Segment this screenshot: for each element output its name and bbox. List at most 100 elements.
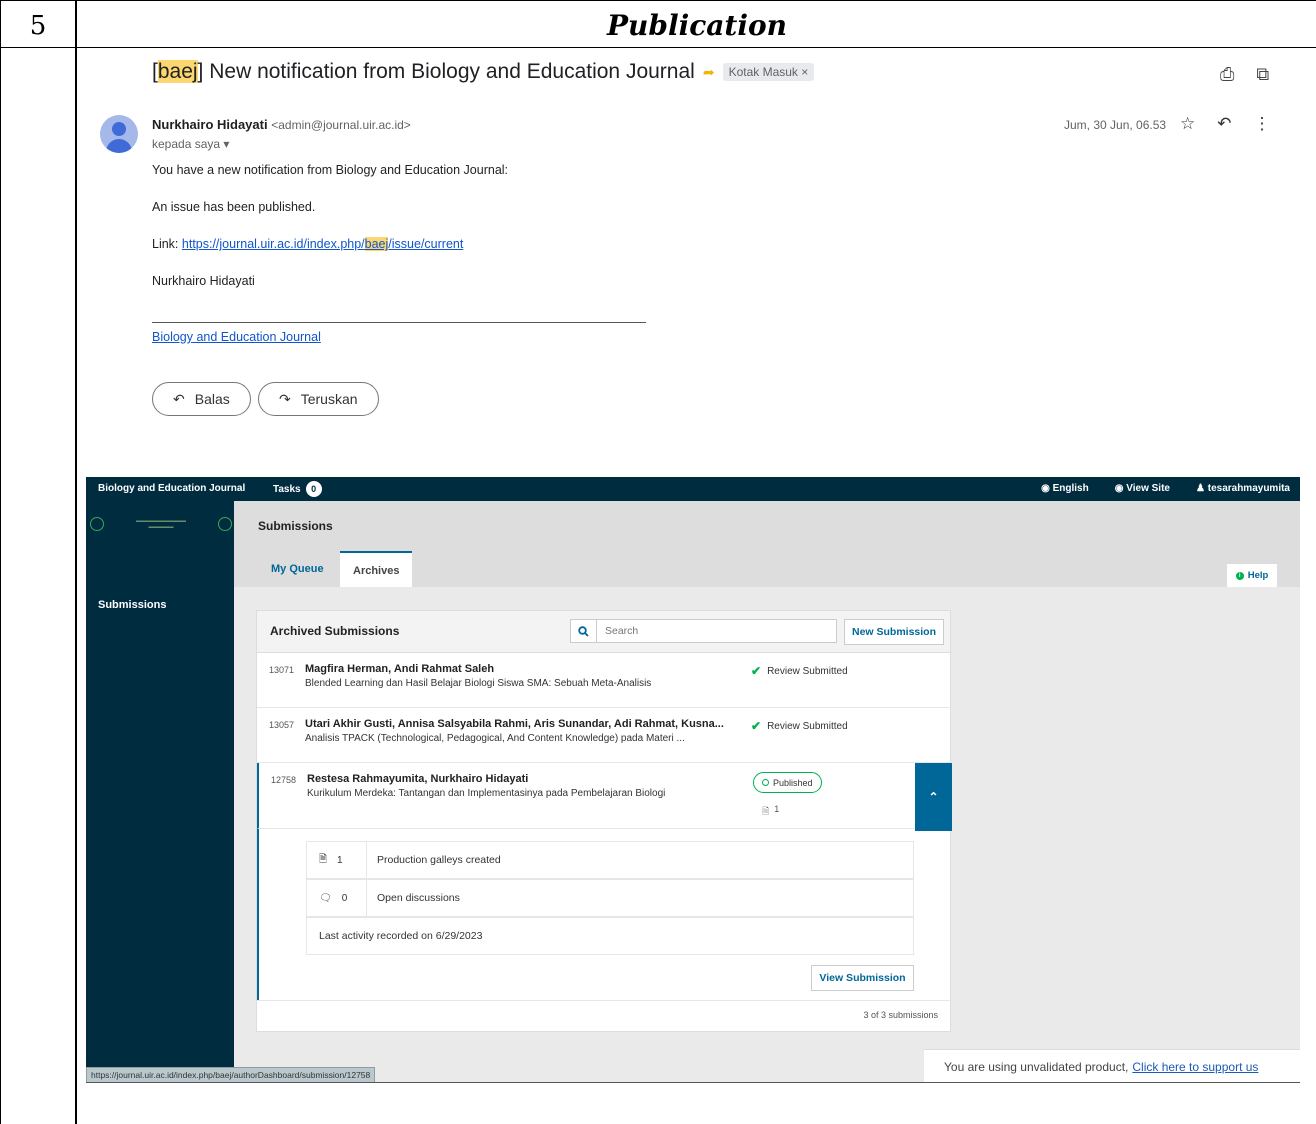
- status-badge: ✔ Review Submitted: [751, 719, 848, 733]
- collapse-button[interactable]: ⌃: [915, 763, 952, 831]
- link-part1: https://journal.uir.ac.id/index.php/: [181, 237, 365, 251]
- user-menu[interactable]: ♟ tesarahmayumita: [1196, 483, 1290, 494]
- more-options-icon[interactable]: ⋮: [1254, 114, 1271, 134]
- discussions-detail: 🗨 0 Open discussions: [306, 879, 914, 917]
- panel-header: Archived Submissions New Submission: [257, 611, 950, 653]
- reply-icon[interactable]: ↶: [1217, 114, 1231, 134]
- published-dot-icon: [762, 779, 769, 786]
- table-header-row: 5 Publication: [1, 0, 1316, 48]
- view-site-link[interactable]: ◉ View Site: [1115, 483, 1170, 494]
- panel-footer-divider: [257, 1000, 950, 1001]
- archived-submissions-panel: Archived Submissions New Submission 1307…: [257, 611, 952, 1031]
- importance-marker-icon: ➦: [702, 63, 715, 80]
- submission-authors: Magfira Herman, Andi Rahmat Saleh: [305, 663, 495, 675]
- reply-button[interactable]: ↶ Balas: [152, 382, 251, 416]
- panel-title: Archived Submissions: [270, 624, 400, 638]
- comment-icon: 🗨: [319, 892, 332, 904]
- print-icon[interactable]: ⎙: [1220, 64, 1234, 85]
- submission-authors: Restesa Rahmayumita, Nurkhairo Hidayati: [307, 773, 529, 785]
- search-icon[interactable]: [571, 620, 597, 642]
- submission-title: Blended Learning dan Hasil Belajar Biolo…: [305, 678, 652, 689]
- galley-count: 🗎 1: [762, 804, 779, 820]
- new-submission-button[interactable]: New Submission: [844, 619, 944, 645]
- published-badge: Published: [753, 772, 822, 793]
- submission-id: 13071: [269, 665, 295, 675]
- sender-line: Nurkhairo Hidayati <admin@journal.uir.ac…: [152, 117, 411, 132]
- submission-count: 3 of 3 submissions: [863, 1010, 938, 1020]
- info-icon: i: [1235, 571, 1244, 580]
- status-label: Published: [773, 777, 813, 788]
- tasks-label: Tasks: [273, 483, 301, 495]
- expanded-details: 🗎 1 Production galleys created 🗨 0 Open di…: [257, 829, 950, 1000]
- mail-date: Jum, 30 Jun, 06.53: [1064, 118, 1167, 132]
- page-title: Submissions: [258, 519, 333, 533]
- file-icon: 🗎: [762, 806, 770, 816]
- column-divider: [75, 0, 77, 1124]
- status-label: Review Submitted: [767, 720, 848, 732]
- chevron-up-icon: ⌃: [928, 790, 939, 804]
- ojs-main: Archived Submissions New Submission 1307…: [234, 563, 1300, 1083]
- help-button[interactable]: i Help: [1226, 563, 1278, 587]
- sender-email: <admin@journal.uir.ac.id>: [271, 118, 411, 132]
- mail-line-1: You have a new notification from Biology…: [152, 163, 509, 177]
- forward-button[interactable]: ↷ Teruskan: [258, 382, 379, 416]
- discussions-count: 0: [341, 892, 348, 904]
- tab-archives[interactable]: Archives: [340, 551, 413, 587]
- row-number: 5: [29, 11, 47, 41]
- open-new-window-icon[interactable]: ⧉: [1256, 64, 1269, 85]
- galleys-count-cell: 🗎 1: [307, 842, 367, 878]
- subject-tag: baej: [157, 60, 198, 83]
- tasks-count-badge: 0: [305, 481, 322, 497]
- mail-link-line: Link: https://journal.uir.ac.id/index.ph…: [152, 237, 463, 251]
- link-prefix: Link:: [152, 237, 182, 251]
- inbox-label-chip[interactable]: Kotak Masuk ×: [722, 63, 815, 81]
- submission-authors: Utari Akhir Gusti, Annisa Salsyabila Rah…: [305, 718, 724, 730]
- check-icon: ✔: [751, 664, 762, 678]
- last-activity: Last activity recorded on 6/29/2023: [319, 930, 483, 942]
- submission-title: Analisis TPACK (Technological, Pedagogic…: [305, 733, 685, 744]
- reply-arrow-icon: ↶: [173, 390, 185, 407]
- recipient-label: kepada saya: [152, 137, 221, 151]
- discussions-count-cell: 🗨 0: [307, 880, 367, 916]
- tasks-button[interactable]: Tasks 0: [273, 481, 322, 497]
- tab-my-queue[interactable]: My Queue: [258, 551, 337, 587]
- journal-seal-icon: [90, 517, 104, 531]
- user-icon: ♟: [1195, 483, 1205, 494]
- mail-subject: [baej] New notification from Biology and…: [152, 60, 815, 84]
- galleys-detail: 🗎 1 Production galleys created: [306, 841, 914, 879]
- list-item[interactable]: 12758 Restesa Rahmayumita, Nurkhairo Hid…: [257, 763, 952, 831]
- search-box: [570, 619, 837, 643]
- mail-top-icons: ⎙ ⧉: [1220, 64, 1269, 85]
- status-badge: ✔ Review Submitted: [751, 664, 848, 678]
- language-label: English: [1052, 483, 1089, 494]
- recipient-dropdown[interactable]: kepada saya ▾: [152, 137, 229, 151]
- user-label: tesarahmayumita: [1207, 483, 1290, 494]
- eye-icon: ◉: [1114, 483, 1124, 494]
- galley-count-value: 1: [774, 804, 780, 814]
- mail-actions: ☆ ↶ ⋮: [1180, 114, 1271, 134]
- submission-id: 13057: [269, 720, 295, 730]
- star-icon[interactable]: ☆: [1180, 114, 1195, 134]
- issue-link[interactable]: https://journal.uir.ac.id/index.php/baej…: [182, 237, 463, 251]
- support-link[interactable]: Click here to support us: [1132, 1060, 1258, 1074]
- mail-signature: Nurkhairo Hidayati: [152, 274, 255, 288]
- view-site-label: View Site: [1126, 483, 1170, 494]
- sender-name: Nurkhairo Hidayati: [152, 117, 268, 132]
- link-part2: baej: [364, 237, 389, 251]
- list-item[interactable]: 13071 Magfira Herman, Andi Rahmat Saleh …: [257, 653, 950, 708]
- sidebar-item-submissions[interactable]: Submissions: [98, 599, 166, 611]
- reply-label: Balas: [194, 391, 230, 407]
- journal-footer-link[interactable]: Biology and Education Journal: [152, 330, 321, 344]
- ojs-top-right: ◉ English ◉ View Site ♟ tesarahmayumita: [1041, 483, 1290, 494]
- unvalidated-text: You are using unvalidated product,: [944, 1059, 1129, 1074]
- view-submission-button[interactable]: View Submission: [811, 965, 914, 991]
- ojs-brand[interactable]: Biology and Education Journal: [98, 483, 245, 494]
- journal-logo: ▬▬▬▬▬▬▬▬▬▬ ▬▬▬▬▬: [90, 513, 232, 535]
- discussions-label: Open discussions: [377, 892, 460, 904]
- language-menu[interactable]: ◉ English: [1041, 483, 1089, 494]
- search-input[interactable]: [597, 625, 797, 637]
- row-title: Publication: [606, 9, 788, 42]
- list-item[interactable]: 13057 Utari Akhir Gusti, Annisa Salsyabi…: [257, 708, 950, 763]
- submission-id: 12758: [271, 775, 297, 785]
- check-icon: ✔: [751, 719, 762, 733]
